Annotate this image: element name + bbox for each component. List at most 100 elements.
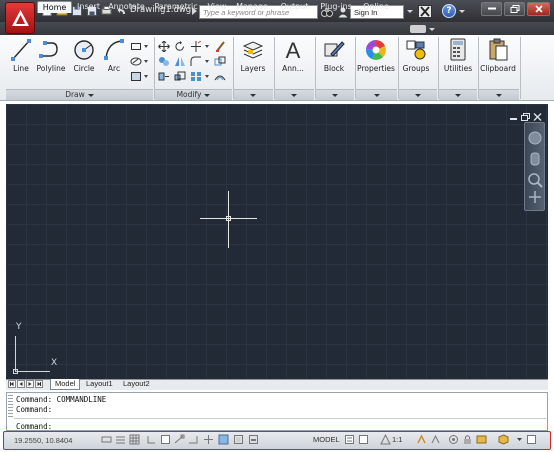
chevron-down-icon[interactable] [144,60,148,63]
coordinate-readout[interactable]: 19.2550, 10.8404 [14,436,72,445]
viewport-minimize-icon[interactable] [509,113,518,121]
help-button[interactable]: ? [442,4,456,18]
ribbon-toggle-icon[interactable] [410,25,426,33]
mirror-icon[interactable] [174,56,186,67]
tab-annotate[interactable]: Annotate [106,1,147,13]
annotation-visibility-icon[interactable] [416,434,427,445]
tab-parametric[interactable]: Parametric [150,1,202,13]
move-icon[interactable] [158,40,170,53]
tab-manage[interactable]: Manage [233,1,271,13]
annotation-scale-value[interactable]: 1:1 [392,435,402,444]
draw-panel-title[interactable]: Draw [6,90,153,99]
exchange-apps-icon[interactable] [418,5,432,18]
region-icon[interactable] [130,71,142,82]
annotation-scale-icon[interactable] [380,433,391,445]
chevron-down-icon[interactable] [332,94,338,97]
hatch-icon[interactable] [130,56,142,67]
chevron-down-icon[interactable] [415,94,421,97]
drawing-canvas[interactable] [6,104,548,379]
object-snap-icon[interactable] [174,434,185,445]
next-layout-icon[interactable] [26,380,34,388]
infer-constraints-icon[interactable] [101,434,112,445]
first-layout-icon[interactable] [8,380,16,388]
modify-panel-title[interactable]: Modify [155,90,232,99]
command-window-grip[interactable] [8,395,13,417]
navigation-bar[interactable] [524,122,545,211]
dynamic-ucs-icon[interactable] [218,434,229,445]
stretch-icon[interactable] [158,71,170,82]
explode-icon[interactable] [214,56,226,67]
tab-online[interactable]: Online [360,1,392,13]
erase-icon[interactable] [214,41,226,52]
chevron-down-icon [87,93,94,97]
trim-icon[interactable] [190,40,202,52]
last-layout-icon[interactable] [35,380,43,388]
snap-mode-icon[interactable] [115,434,126,445]
viewport-close-icon[interactable] [533,113,542,121]
clipboard-panel-button[interactable] [486,38,510,62]
tab-view[interactable]: View [204,1,230,13]
properties-panel-button[interactable] [364,38,388,62]
model-space-toggle[interactable]: MODEL [313,435,340,444]
command-input[interactable]: Command: [16,422,52,431]
chevron-down-icon[interactable] [429,28,435,31]
utilities-panel-button[interactable] [446,38,470,62]
circle-tool-button[interactable] [72,38,96,62]
ortho-mode-icon[interactable] [146,434,157,445]
dynamic-input-icon[interactable] [233,434,244,445]
chevron-down-icon[interactable] [205,75,209,78]
groups-panel-button[interactable] [404,38,428,62]
minimize-button[interactable] [481,2,502,16]
tab-output[interactable]: Output [277,1,312,13]
close-button[interactable] [527,2,550,16]
toolbar-lock-icon[interactable] [462,434,473,445]
chevron-down-icon[interactable] [407,10,413,13]
hardware-acceleration-icon[interactable] [476,434,487,445]
chevron-down-icon[interactable] [205,60,209,63]
tab-home[interactable]: Home [37,1,72,13]
tab-layout1[interactable]: Layout1 [82,379,117,390]
auto-scale-icon[interactable] [430,434,441,445]
polar-tracking-icon[interactable] [160,434,171,445]
chevron-down-icon[interactable] [459,10,465,13]
arc-tool-button[interactable] [103,38,125,62]
status-menu-icon[interactable] [514,434,525,445]
grid-display-icon[interactable] [129,434,140,445]
scale-icon[interactable] [174,71,186,82]
clean-screen-icon[interactable] [526,434,537,445]
previous-layout-icon[interactable] [17,380,25,388]
copy-icon[interactable] [158,56,170,67]
chevron-down-icon[interactable] [144,75,148,78]
object-snap-tracking-icon[interactable] [203,434,214,445]
isolate-objects-icon[interactable] [498,434,509,445]
workspace-switching-icon[interactable] [448,434,459,445]
block-panel-button[interactable] [322,38,346,62]
tab-plug-ins[interactable]: Plug-ins [316,1,356,13]
restore-button[interactable] [504,2,525,16]
annotation-panel-button[interactable]: A [281,38,305,62]
rectangle-icon[interactable] [130,41,142,52]
chevron-down-icon[interactable] [496,94,502,97]
3d-object-snap-icon[interactable] [188,434,199,445]
application-menu-button[interactable] [5,2,35,34]
chevron-down-icon[interactable] [205,45,209,48]
line-tool-button[interactable] [10,38,32,62]
layers-panel-button[interactable] [240,38,266,62]
chevron-down-icon[interactable] [250,94,256,97]
lineweight-icon[interactable] [248,434,259,445]
chevron-down-icon[interactable] [144,45,148,48]
quick-view-layouts-icon[interactable] [344,434,355,445]
array-icon[interactable] [190,71,202,82]
offset-icon[interactable] [214,71,226,82]
tab-insert[interactable]: Insert [74,1,103,13]
tab-model[interactable]: Model [50,379,81,390]
tab-layout2[interactable]: Layout2 [119,379,154,390]
viewport-restore-icon[interactable] [521,113,530,121]
fillet-icon[interactable] [190,56,202,67]
quick-view-drawings-icon[interactable] [358,434,369,445]
chevron-down-icon[interactable] [374,94,380,97]
chevron-down-icon[interactable] [291,94,297,97]
chevron-down-icon[interactable] [455,94,461,97]
rotate-icon[interactable] [174,41,186,52]
polyline-tool-button[interactable] [38,38,64,62]
